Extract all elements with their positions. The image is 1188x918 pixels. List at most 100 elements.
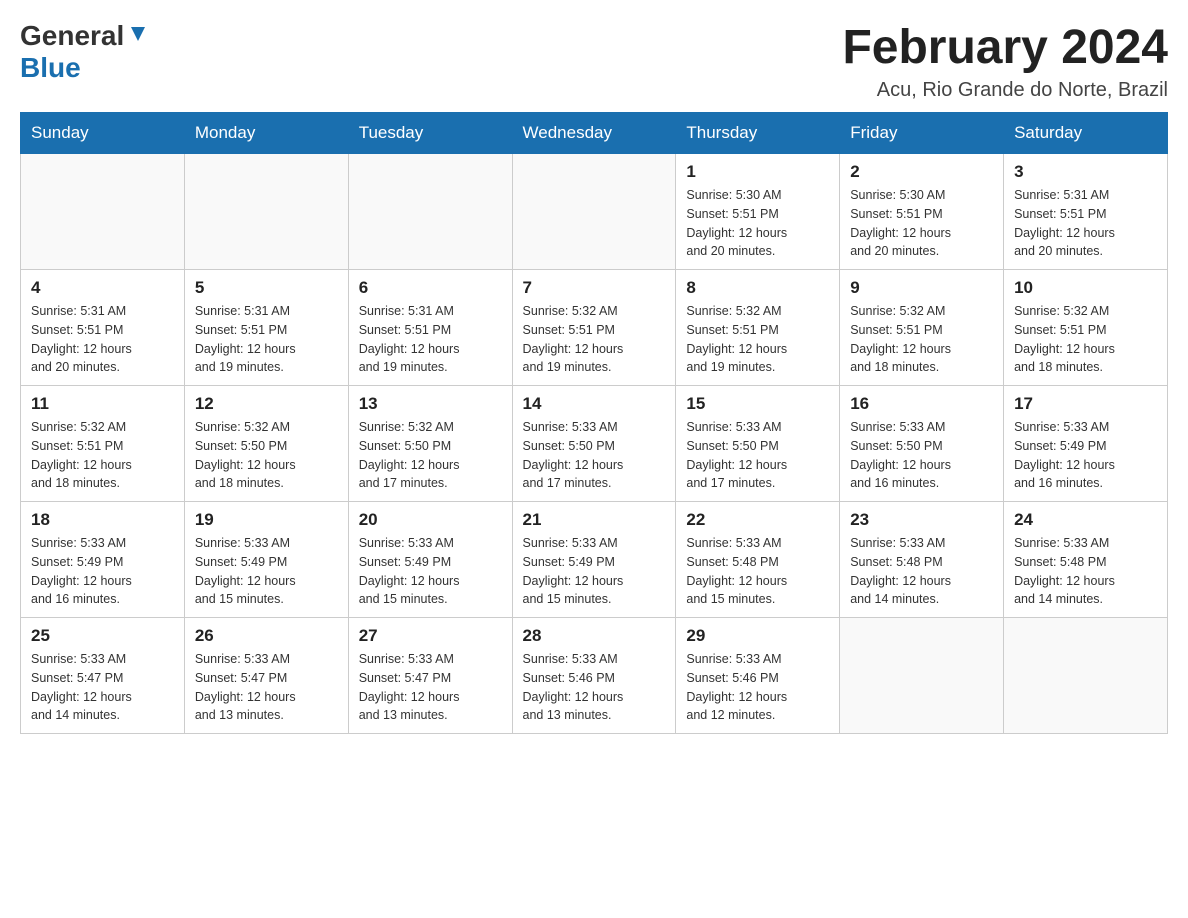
day-number: 9 <box>850 278 993 298</box>
day-number: 29 <box>686 626 829 646</box>
calendar-header-sunday: Sunday <box>21 113 185 154</box>
day-info: Sunrise: 5:33 AMSunset: 5:47 PMDaylight:… <box>31 650 174 725</box>
day-info: Sunrise: 5:31 AMSunset: 5:51 PMDaylight:… <box>195 302 338 377</box>
calendar-cell <box>840 618 1004 734</box>
day-info: Sunrise: 5:33 AMSunset: 5:49 PMDaylight:… <box>1014 418 1157 493</box>
calendar-week-row: 4 Sunrise: 5:31 AMSunset: 5:51 PMDaylight… <box>21 270 1168 386</box>
day-number: 3 <box>1014 162 1157 182</box>
logo: General Blue <box>20 20 149 84</box>
calendar-header-saturday: Saturday <box>1004 113 1168 154</box>
day-number: 23 <box>850 510 993 530</box>
calendar-cell: 6Sunrise: 5:31 AMSunset: 5:51 PMDaylight… <box>348 270 512 386</box>
calendar-cell: 26 Sunrise: 5:33 AMSunset: 5:47 PMDayligh… <box>184 618 348 734</box>
calendar-header-monday: Monday <box>184 113 348 154</box>
calendar-header-row: SundayMondayTuesdayWednesdayThursdayFrid… <box>21 113 1168 154</box>
day-info: Sunrise: 5:30 AMSunset: 5:51 PMDaylight:… <box>686 186 829 261</box>
day-info: Sunrise: 5:31 AMSunset: 5:51 PMDaylight:… <box>1014 186 1157 261</box>
calendar-cell <box>512 154 676 270</box>
calendar-table: SundayMondayTuesdayWednesdayThursdayFrid… <box>20 112 1168 734</box>
calendar-week-row: 1 Sunrise: 5:30 AMSunset: 5:51 PMDaylight… <box>21 154 1168 270</box>
calendar-header-thursday: Thursday <box>676 113 840 154</box>
day-info: Sunrise: 5:33 AMSunset: 5:47 PMDaylight:… <box>359 650 502 725</box>
day-number: 1 <box>686 162 829 182</box>
day-info: Sunrise: 5:33 AMSunset: 5:48 PMDaylight:… <box>1014 534 1157 609</box>
day-number: 20 <box>359 510 502 530</box>
calendar-cell: 1 Sunrise: 5:30 AMSunset: 5:51 PMDaylight… <box>676 154 840 270</box>
day-info: Sunrise: 5:30 AMSunset: 5:51 PMDaylight:… <box>850 186 993 261</box>
day-info: Sunrise: 5:32 AMSunset: 5:50 PMDaylight:… <box>359 418 502 493</box>
calendar-cell: 7Sunrise: 5:32 AMSunset: 5:51 PMDaylight… <box>512 270 676 386</box>
logo-arrow-icon <box>127 23 149 50</box>
day-number: 5 <box>195 278 338 298</box>
calendar-week-row: 18 Sunrise: 5:33 AMSunset: 5:49 PMDayligh… <box>21 502 1168 618</box>
calendar-cell <box>184 154 348 270</box>
calendar-cell: 19 Sunrise: 5:33 AMSunset: 5:49 PMDayligh… <box>184 502 348 618</box>
day-info: Sunrise: 5:33 AMSunset: 5:48 PMDaylight:… <box>686 534 829 609</box>
day-info: Sunrise: 5:33 AMSunset: 5:47 PMDaylight:… <box>195 650 338 725</box>
day-number: 10 <box>1014 278 1157 298</box>
day-number: 25 <box>31 626 174 646</box>
day-info: Sunrise: 5:33 AMSunset: 5:49 PMDaylight:… <box>195 534 338 609</box>
calendar-cell: 4 Sunrise: 5:31 AMSunset: 5:51 PMDaylight… <box>21 270 185 386</box>
calendar-cell: 25 Sunrise: 5:33 AMSunset: 5:47 PMDayligh… <box>21 618 185 734</box>
day-number: 2 <box>850 162 993 182</box>
day-info: Sunrise: 5:32 AMSunset: 5:51 PMDaylight:… <box>1014 302 1157 377</box>
calendar-cell: 29 Sunrise: 5:33 AMSunset: 5:46 PMDayligh… <box>676 618 840 734</box>
page-header: General Blue February 2024 Acu, Rio Gran… <box>20 20 1168 102</box>
day-info: Sunrise: 5:33 AMSunset: 5:50 PMDaylight:… <box>686 418 829 493</box>
day-info: Sunrise: 5:33 AMSunset: 5:46 PMDaylight:… <box>686 650 829 725</box>
day-number: 17 <box>1014 394 1157 414</box>
calendar-cell <box>21 154 185 270</box>
day-info: Sunrise: 5:32 AMSunset: 5:51 PMDaylight:… <box>31 418 174 493</box>
day-number: 19 <box>195 510 338 530</box>
day-number: 8 <box>686 278 829 298</box>
month-title: February 2024 <box>842 20 1168 75</box>
calendar-cell: 24 Sunrise: 5:33 AMSunset: 5:48 PMDayligh… <box>1004 502 1168 618</box>
calendar-header-friday: Friday <box>840 113 1004 154</box>
day-number: 11 <box>31 394 174 414</box>
calendar-cell: 27 Sunrise: 5:33 AMSunset: 5:47 PMDayligh… <box>348 618 512 734</box>
day-number: 13 <box>359 394 502 414</box>
day-info: Sunrise: 5:33 AMSunset: 5:50 PMDaylight:… <box>850 418 993 493</box>
day-info: Sunrise: 5:33 AMSunset: 5:46 PMDaylight:… <box>523 650 666 725</box>
day-number: 15 <box>686 394 829 414</box>
day-number: 27 <box>359 626 502 646</box>
day-info: Sunrise: 5:31 AMSunset: 5:51 PMDaylight:… <box>359 302 502 377</box>
calendar-cell: 11 Sunrise: 5:32 AMSunset: 5:51 PMDayligh… <box>21 386 185 502</box>
calendar-cell <box>348 154 512 270</box>
calendar-header-wednesday: Wednesday <box>512 113 676 154</box>
day-number: 16 <box>850 394 993 414</box>
day-info: Sunrise: 5:33 AMSunset: 5:49 PMDaylight:… <box>31 534 174 609</box>
title-section: February 2024 Acu, Rio Grande do Norte, … <box>842 20 1168 102</box>
calendar-cell: 23Sunrise: 5:33 AMSunset: 5:48 PMDayligh… <box>840 502 1004 618</box>
day-info: Sunrise: 5:32 AMSunset: 5:51 PMDaylight:… <box>686 302 829 377</box>
day-info: Sunrise: 5:32 AMSunset: 5:50 PMDaylight:… <box>195 418 338 493</box>
logo-general-text: General <box>20 20 124 52</box>
day-number: 12 <box>195 394 338 414</box>
day-number: 22 <box>686 510 829 530</box>
calendar-cell: 8 Sunrise: 5:32 AMSunset: 5:51 PMDaylight… <box>676 270 840 386</box>
calendar-week-row: 11 Sunrise: 5:32 AMSunset: 5:51 PMDayligh… <box>21 386 1168 502</box>
calendar-cell: 21 Sunrise: 5:33 AMSunset: 5:49 PMDayligh… <box>512 502 676 618</box>
day-number: 24 <box>1014 510 1157 530</box>
day-number: 26 <box>195 626 338 646</box>
day-info: Sunrise: 5:33 AMSunset: 5:49 PMDaylight:… <box>523 534 666 609</box>
logo-blue-text: Blue <box>20 52 81 84</box>
day-number: 18 <box>31 510 174 530</box>
calendar-cell <box>1004 618 1168 734</box>
calendar-header-tuesday: Tuesday <box>348 113 512 154</box>
day-number: 4 <box>31 278 174 298</box>
calendar-cell: 5 Sunrise: 5:31 AMSunset: 5:51 PMDaylight… <box>184 270 348 386</box>
calendar-cell: 12 Sunrise: 5:32 AMSunset: 5:50 PMDayligh… <box>184 386 348 502</box>
day-info: Sunrise: 5:31 AMSunset: 5:51 PMDaylight:… <box>31 302 174 377</box>
calendar-cell: 13 Sunrise: 5:32 AMSunset: 5:50 PMDayligh… <box>348 386 512 502</box>
calendar-cell: 14Sunrise: 5:33 AMSunset: 5:50 PMDayligh… <box>512 386 676 502</box>
calendar-cell: 17 Sunrise: 5:33 AMSunset: 5:49 PMDayligh… <box>1004 386 1168 502</box>
calendar-cell: 9Sunrise: 5:32 AMSunset: 5:51 PMDaylight… <box>840 270 1004 386</box>
day-info: Sunrise: 5:32 AMSunset: 5:51 PMDaylight:… <box>523 302 666 377</box>
calendar-cell: 16 Sunrise: 5:33 AMSunset: 5:50 PMDayligh… <box>840 386 1004 502</box>
day-info: Sunrise: 5:33 AMSunset: 5:50 PMDaylight:… <box>523 418 666 493</box>
day-number: 21 <box>523 510 666 530</box>
calendar-cell: 28Sunrise: 5:33 AMSunset: 5:46 PMDayligh… <box>512 618 676 734</box>
calendar-cell: 2 Sunrise: 5:30 AMSunset: 5:51 PMDaylight… <box>840 154 1004 270</box>
